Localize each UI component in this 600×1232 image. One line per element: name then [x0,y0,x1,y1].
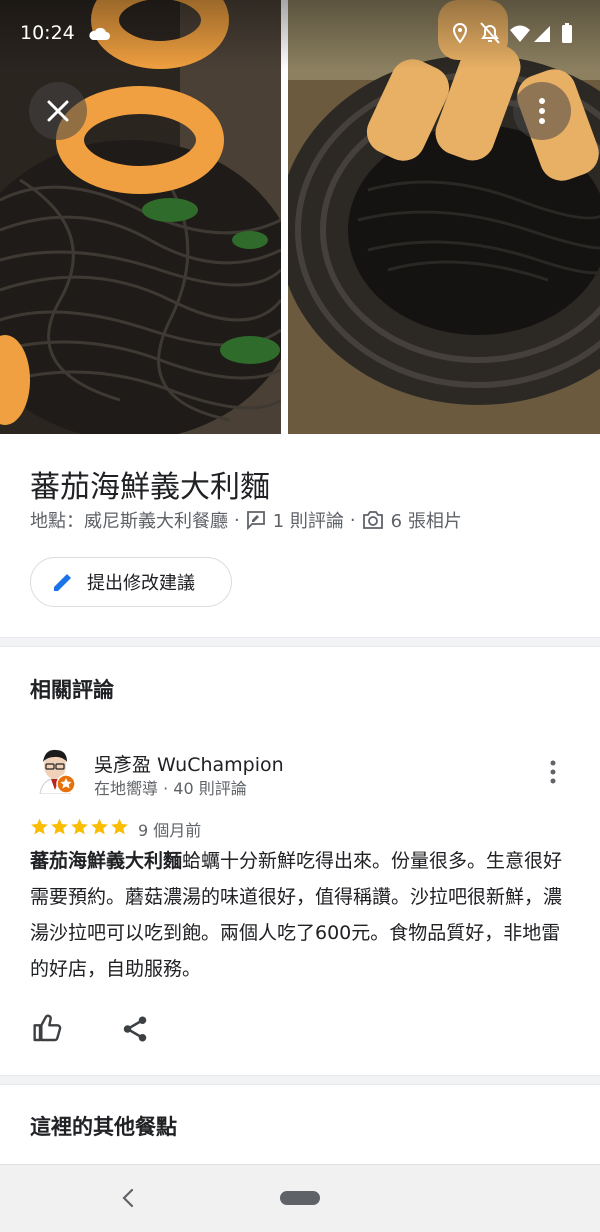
section-divider [0,637,600,647]
reviewer-name[interactable]: 吳彥盈 WuChampion [94,750,284,777]
star-rating [30,817,130,836]
reviews-section-title: 相關評論 [30,678,114,702]
battery-icon [562,23,572,43]
share-icon [123,1016,147,1042]
system-navigation-bar [0,1164,600,1232]
status-time: 10:24 [20,22,75,44]
reviewer-subtitle: 在地嚮導 · 40 則評論 [94,779,247,798]
reviews-count[interactable]: 1 則評論 [273,507,344,533]
location-icon [452,22,468,44]
home-pill[interactable] [280,1191,320,1205]
avatar[interactable] [34,746,76,795]
close-icon [47,100,69,122]
star-icon [71,818,88,835]
place-meta: 地點：威尼斯義大利餐廳 · 1 則評論 · 6 張相片 [30,507,462,533]
like-button[interactable] [32,1012,64,1044]
photos-count[interactable]: 6 張相片 [391,507,462,533]
star-icon [51,818,68,835]
dish-title: 蕃茄海鮮義大利麵 [30,470,270,505]
other-dishes-section-title: 這裡的其他餐點 [30,1115,177,1139]
wifi-icon [510,25,530,42]
signal-icon [534,26,550,42]
notifications-off-icon [480,22,500,44]
location-link[interactable]: 地點：威尼斯義大利餐廳 [30,507,228,533]
star-icon [111,818,128,835]
review-time: 9 個月前 [138,821,202,840]
more-vert-icon [539,98,545,124]
share-button[interactable] [120,1014,150,1044]
more-vert-icon [550,760,556,784]
camera-icon [362,511,383,529]
section-divider [0,1075,600,1085]
review-icon [246,511,265,530]
star-icon [91,818,108,835]
suggest-edit-label: 提出修改建議 [87,573,195,594]
cloud-icon [89,27,110,40]
review-more-button[interactable] [543,758,563,786]
star-icon [31,818,48,835]
more-options-button[interactable] [513,82,571,140]
suggest-edit-button[interactable]: 提出修改建議 [30,557,232,607]
local-guide-badge-icon [56,774,76,794]
status-icons [452,22,582,50]
review-text: 蕃茄海鮮義大利麵蛤蠣十分新鮮吃得出來。份量很多。生意很好需要預約。蘑菇濃湯的味道… [30,843,570,987]
back-icon[interactable] [118,1187,140,1209]
status-bar: 10:24 [0,0,600,70]
pencil-icon [54,574,71,591]
close-button[interactable] [29,82,87,140]
review-dish-name: 蕃茄海鮮義大利麵 [30,850,183,872]
thumb-up-icon [33,1014,62,1042]
